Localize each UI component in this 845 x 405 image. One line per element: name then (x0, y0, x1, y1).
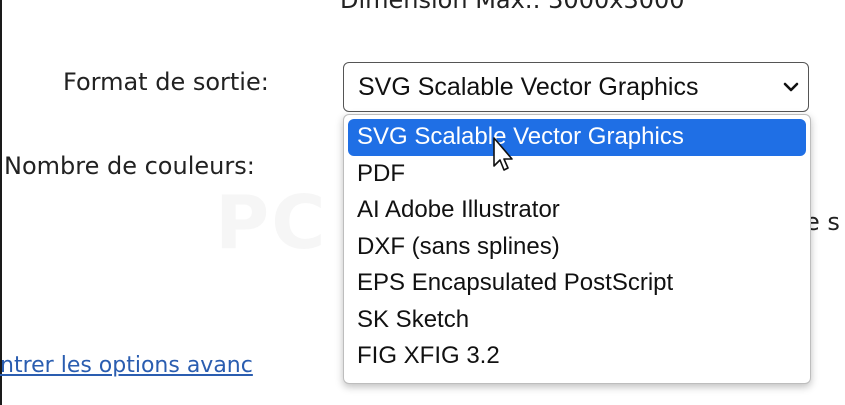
format-dropdown-list[interactable]: SVG Scalable Vector Graphics PDF AI Adob… (343, 114, 811, 384)
window-left-border (0, 0, 2, 405)
option-sk[interactable]: SK Sketch (344, 302, 810, 339)
option-eps[interactable]: EPS Encapsulated PostScript (344, 265, 810, 302)
dimension-max-text: Dimension Max.: 3000x3000 (340, 0, 685, 14)
option-ai[interactable]: AI Adobe Illustrator (344, 192, 810, 229)
option-fig[interactable]: FIG XFIG 3.2 (344, 338, 810, 375)
format-select[interactable]: SVG Scalable Vector Graphics (343, 62, 809, 112)
couleurs-label: Nombre de couleurs: (4, 152, 255, 180)
option-svg[interactable]: SVG Scalable Vector Graphics (348, 119, 806, 156)
format-label: Format de sortie: (63, 68, 269, 96)
advanced-options-link[interactable]: ntrer les options avanc (0, 353, 253, 378)
option-dxf[interactable]: DXF (sans splines) (344, 229, 810, 266)
chevron-down-icon[interactable] (774, 81, 808, 93)
option-pdf[interactable]: PDF (344, 156, 810, 193)
format-select-value: SVG Scalable Vector Graphics (358, 72, 699, 101)
